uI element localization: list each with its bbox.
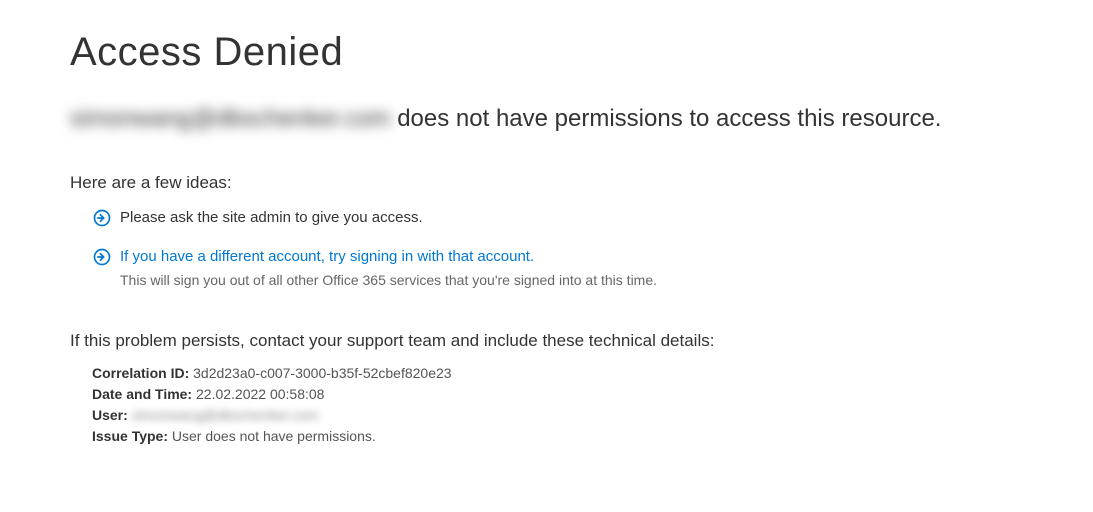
ideas-heading: Here are a few ideas: — [70, 173, 1023, 193]
user-value-blurred: simonwang@dbschenker.com — [132, 405, 319, 426]
correlation-id-value: 3d2d23a0-c007-3000-b35f-52cbef820e23 — [193, 365, 451, 381]
issue-type-row: Issue Type: User does not have permissio… — [92, 426, 1023, 447]
signin-different-account-link[interactable]: If you have a different account, try sig… — [120, 248, 534, 265]
page-title: Access Denied — [70, 30, 1023, 75]
user-label: User: — [92, 407, 128, 423]
date-time-label: Date and Time: — [92, 386, 192, 402]
correlation-id-row: Correlation ID: 3d2d23a0-c007-3000-b35f-… — [92, 363, 1023, 384]
user-row: User: simonwang@dbschenker.com — [92, 405, 1023, 426]
issue-type-value: User does not have permissions. — [172, 428, 376, 444]
arrow-right-circle-icon — [92, 208, 112, 228]
signin-subtext: This will sign you out of all other Offi… — [120, 271, 1023, 291]
technical-details-heading: If this problem persists, contact your s… — [70, 331, 1023, 351]
idea-item-admin: Please ask the site admin to give you ac… — [70, 207, 1023, 228]
access-denied-message: simonwang@dbschenker.com does not have p… — [70, 105, 1023, 133]
arrow-right-circle-icon — [92, 247, 112, 267]
correlation-id-label: Correlation ID: — [92, 365, 189, 381]
idea-item-signin: If you have a different account, try sig… — [70, 246, 1023, 291]
issue-type-label: Issue Type: — [92, 428, 168, 444]
idea-text: Please ask the site admin to give you ac… — [120, 209, 423, 226]
user-email-domain-blurred: @dbschenker.com — [191, 105, 390, 133]
technical-details: Correlation ID: 3d2d23a0-c007-3000-b35f-… — [70, 363, 1023, 447]
date-time-row: Date and Time: 22.02.2022 00:58:08 — [92, 384, 1023, 405]
message-suffix: does not have permissions to access this… — [391, 105, 942, 132]
user-email-blurred: simonwang — [70, 105, 191, 133]
date-time-value: 22.02.2022 00:58:08 — [196, 386, 324, 402]
